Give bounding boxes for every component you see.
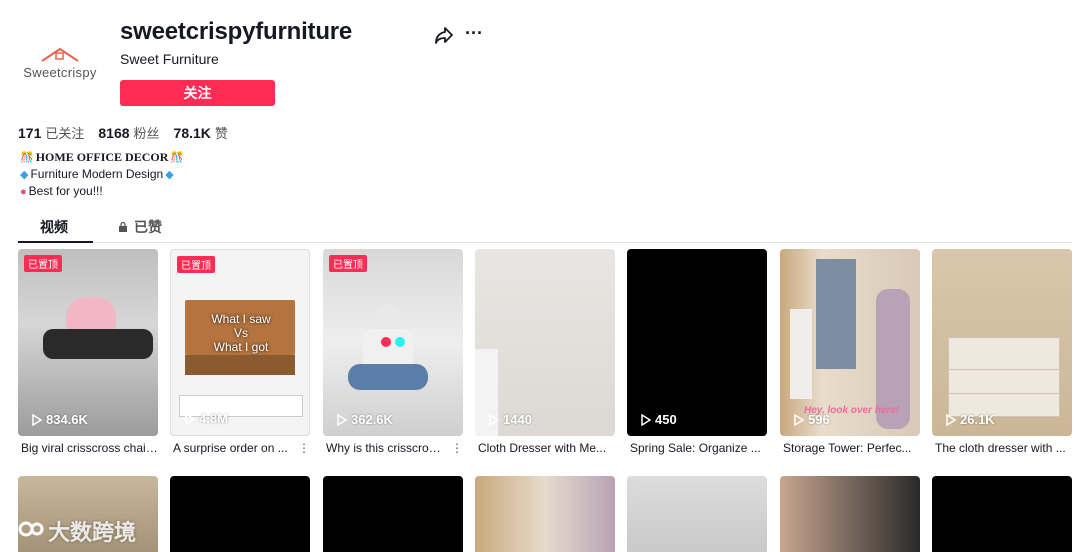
- view-count: 450: [641, 412, 677, 427]
- video-card[interactable]: [170, 476, 310, 552]
- view-count: 26.1K: [946, 412, 995, 427]
- profile-stats: 171 已关注 8168 粉丝 78.1K 赞: [18, 123, 242, 142]
- red-dot: [381, 337, 391, 347]
- following-stat[interactable]: 171 已关注: [18, 123, 84, 142]
- video-card[interactable]: Hey, look over here! 596 Storage Tower: …: [780, 249, 920, 455]
- rainbow-flag-icon: 🎊: [170, 152, 185, 164]
- video-thumbnail[interactable]: What I saw Vs What I got 已置顶 4.8M: [170, 249, 310, 436]
- likes-label: 赞: [214, 126, 228, 141]
- video-card[interactable]: [780, 476, 920, 552]
- video-caption[interactable]: Spring Sale: Organize ...: [627, 441, 767, 455]
- avatar[interactable]: Sweetcrispy: [18, 20, 102, 104]
- tab-liked[interactable]: 已赞: [118, 217, 162, 237]
- play-icon: [489, 413, 499, 426]
- view-count: 4.8M: [185, 411, 228, 426]
- video-thumbnail[interactable]: 1440: [475, 249, 615, 436]
- profile-tabs: 视频 已赞: [18, 213, 1072, 243]
- person-figure: [43, 329, 153, 359]
- dresser-divider: [948, 393, 1060, 394]
- play-icon: [337, 413, 347, 426]
- video-thumbnail[interactable]: [475, 476, 615, 552]
- bio: 🎊 HOME OFFICE DECOR 🎊 ◆ Furniture Modern De…: [18, 149, 186, 200]
- pinned-badge: 已置顶: [329, 255, 367, 272]
- caption-more-icon[interactable]: ⋮: [298, 441, 310, 455]
- cloth-dresser: [948, 337, 1060, 417]
- view-count: 596: [794, 412, 830, 427]
- video-thumbnail[interactable]: 已置顶 834.6K: [18, 249, 158, 436]
- person-legs: [348, 364, 428, 390]
- video-card[interactable]: 已置顶 362.6K Why is this crisscros... ⋮: [323, 249, 463, 455]
- video-card[interactable]: [323, 476, 463, 552]
- video-card[interactable]: [932, 476, 1072, 552]
- play-icon: [794, 413, 804, 426]
- pinned-badge: 已置顶: [24, 255, 62, 272]
- tab-videos[interactable]: 视频: [40, 217, 68, 237]
- bio-line-3: ● Best for you!!!: [20, 184, 103, 198]
- more-options-icon[interactable]: ···: [465, 24, 487, 44]
- video-card[interactable]: [627, 476, 767, 552]
- video-thumbnail[interactable]: [323, 476, 463, 552]
- pinned-badge: 已置顶: [177, 256, 215, 273]
- followers-count: 8168: [98, 125, 130, 141]
- video-thumbnail[interactable]: [170, 476, 310, 552]
- video-card[interactable]: 26.1K The cloth dresser with ...: [932, 249, 1072, 455]
- lock-icon: [119, 222, 127, 232]
- video-card[interactable]: 已置顶 834.6K Big viral crisscross chair...: [18, 249, 158, 455]
- play-icon: [32, 413, 42, 426]
- video-caption[interactable]: Big viral crisscross chair...: [18, 441, 158, 455]
- play-icon: [185, 412, 195, 425]
- window: [816, 259, 856, 369]
- video-overlay-text: What I saw Vs What I got: [211, 312, 271, 354]
- video-thumbnail[interactable]: [627, 476, 767, 552]
- avatar-logo-text: Sweetcrispy: [23, 64, 97, 80]
- share-icon[interactable]: [433, 25, 455, 45]
- diamond-icon: ◆: [20, 169, 29, 181]
- video-thumbnail[interactable]: 已置顶 362.6K: [323, 249, 463, 436]
- video-caption[interactable]: Storage Tower: Perfec...: [780, 441, 920, 455]
- caption-more-icon[interactable]: ⋮: [451, 441, 463, 455]
- play-icon: [946, 413, 956, 426]
- cyan-dot: [395, 337, 405, 347]
- video-thumbnail[interactable]: 26.1K: [932, 249, 1072, 436]
- video-thumbnail[interactable]: 450: [627, 249, 767, 436]
- storage-tower: [790, 309, 812, 399]
- play-icon: [641, 413, 651, 426]
- coffee-table-base: [185, 355, 295, 375]
- watermark: 大数跨境: [6, 515, 136, 547]
- diamond-icon: ◆: [165, 169, 174, 181]
- view-count: 834.6K: [32, 412, 88, 427]
- video-thumbnail[interactable]: [780, 476, 920, 552]
- view-count: 362.6K: [337, 412, 393, 427]
- bio-line-1: 🎊 HOME OFFICE DECOR 🎊: [20, 150, 185, 164]
- active-tab-indicator: [18, 241, 93, 243]
- video-thumbnail[interactable]: [932, 476, 1072, 552]
- username: sweetcrispyfurniture: [120, 18, 353, 45]
- rainbow-flag-icon: 🎊: [20, 152, 34, 164]
- follow-button[interactable]: 关注: [120, 80, 275, 106]
- balloon-icon: ●: [20, 186, 27, 198]
- video-caption[interactable]: The cloth dresser with ...: [932, 441, 1072, 455]
- bio-line-2: ◆ Furniture Modern Design ◆: [20, 167, 174, 181]
- view-count: 1440: [489, 412, 532, 427]
- followers-label: 粉丝: [133, 126, 160, 141]
- video-card[interactable]: [475, 476, 615, 552]
- watermark-logo-icon: [8, 520, 44, 539]
- house-roof-icon: [41, 47, 79, 62]
- video-caption[interactable]: A surprise order on ...: [170, 441, 290, 455]
- following-label: 已关注: [45, 126, 85, 141]
- likes-stat: 78.1K 赞: [174, 123, 228, 142]
- video-caption[interactable]: Cloth Dresser with Me...: [475, 441, 615, 455]
- video-card[interactable]: What I saw Vs What I got 已置顶 4.8M A surp…: [170, 249, 310, 455]
- likes-count: 78.1K: [173, 125, 211, 141]
- dresser-divider: [948, 369, 1060, 370]
- followers-stat[interactable]: 8168 粉丝: [98, 123, 159, 142]
- video-thumbnail[interactable]: Hey, look over here! 596: [780, 249, 920, 436]
- video-caption[interactable]: Why is this crisscros...: [323, 441, 443, 455]
- video-card[interactable]: 1440 Cloth Dresser with Me...: [475, 249, 615, 455]
- following-count: 171: [18, 125, 42, 141]
- nickname: Sweet Furniture: [120, 51, 219, 67]
- video-card[interactable]: 450 Spring Sale: Organize ...: [627, 249, 767, 455]
